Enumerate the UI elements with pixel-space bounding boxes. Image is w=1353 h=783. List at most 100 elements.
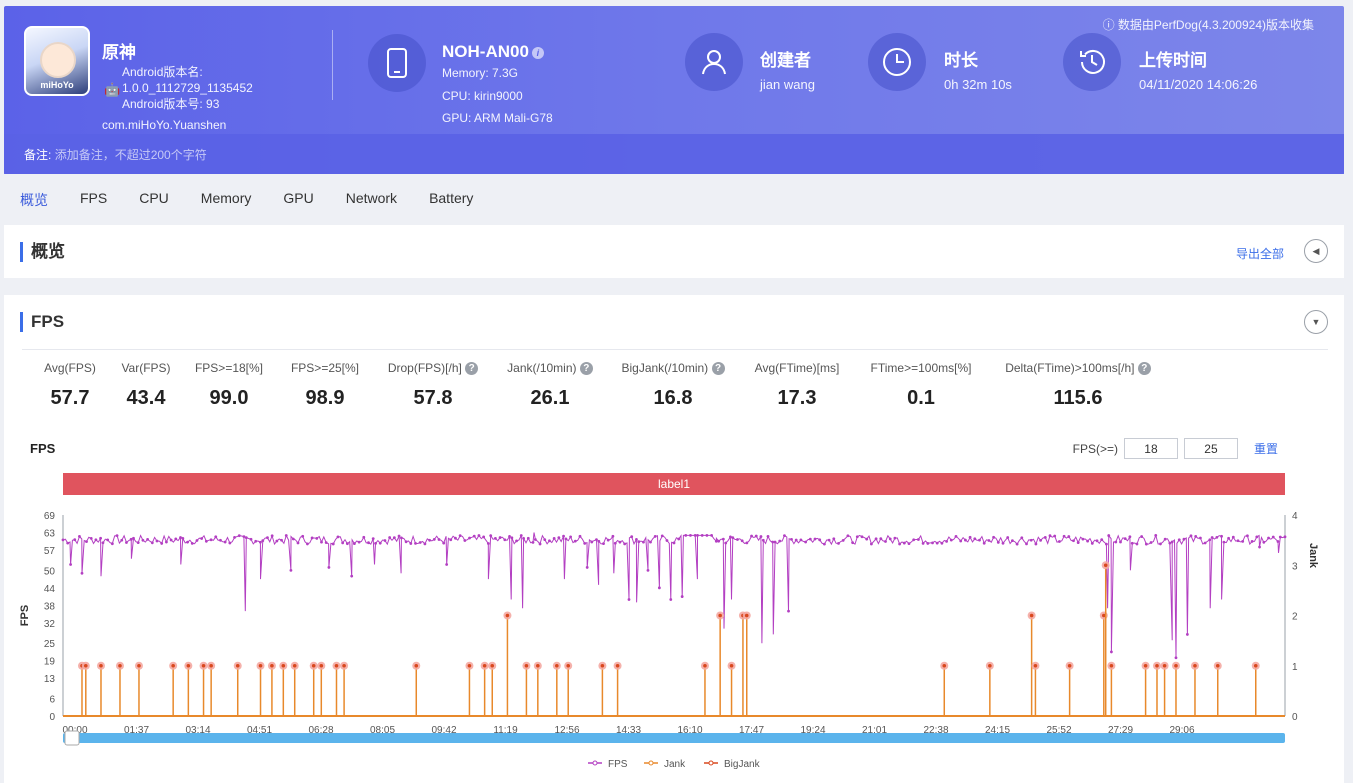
collapse-left-icon[interactable]: ◀ — [1304, 239, 1328, 263]
tab-fps[interactable]: FPS — [64, 180, 123, 218]
fps-point — [750, 534, 753, 538]
fps-point — [1215, 535, 1219, 539]
fps-point — [125, 541, 128, 544]
fps-point — [362, 535, 366, 539]
fps-point — [1246, 534, 1249, 538]
help-icon: ? — [465, 362, 479, 376]
fps-point — [371, 537, 375, 541]
jank-point — [186, 663, 191, 668]
fps-point — [531, 540, 535, 544]
fps-point — [214, 535, 218, 539]
fps-point — [808, 537, 812, 541]
fps-point — [841, 538, 845, 542]
jank-point — [942, 663, 947, 668]
creator-value: jian wang — [760, 77, 815, 92]
fps-point — [964, 538, 967, 542]
fps-panel-title: FPS — [20, 312, 64, 332]
fps-point — [665, 539, 669, 542]
device-gpu: GPU: ARM Mali-G78 — [442, 111, 553, 125]
fps-point — [585, 566, 589, 569]
tab-overview[interactable]: 概览 — [4, 180, 64, 218]
threshold-input-2[interactable] — [1183, 438, 1238, 459]
collapse-down-icon[interactable]: ▼ — [1304, 310, 1328, 334]
fps-point — [432, 538, 436, 541]
fps-point — [705, 533, 709, 537]
fps-point — [324, 541, 328, 545]
fps-point — [931, 541, 934, 545]
fps-point — [907, 542, 911, 546]
fps-point — [548, 539, 551, 543]
jank-point — [201, 663, 206, 668]
fps-point — [482, 535, 486, 539]
jank-point — [83, 663, 88, 668]
fps-threshold-controls: FPS(>=) 重置 — [1073, 438, 1278, 459]
fps-point — [912, 538, 916, 542]
tab-battery[interactable]: Battery — [413, 180, 489, 218]
fps-point — [150, 541, 154, 545]
device-cpu: CPU: kirin9000 — [442, 89, 523, 103]
export-all-link[interactable]: 导出全部 — [1236, 245, 1284, 262]
fps-point — [367, 541, 370, 545]
fps-point — [1250, 539, 1254, 543]
y-left-tick-label: 50 — [44, 566, 56, 577]
fps-point — [888, 537, 892, 541]
fps-point — [1210, 536, 1214, 539]
tab-memory[interactable]: Memory — [185, 180, 268, 218]
fps-point — [851, 541, 854, 545]
y-right-tick-label: 4 — [1292, 511, 1298, 522]
tab-cpu[interactable]: CPU — [123, 180, 185, 218]
fps-point — [503, 538, 507, 542]
fps-point — [331, 542, 335, 546]
fps-point — [926, 542, 930, 545]
fps-point — [383, 539, 387, 542]
stat-var-fps: Var(FPS) 43.4 — [121, 361, 171, 409]
fps-point — [684, 533, 688, 537]
tab-gpu[interactable]: GPU — [267, 180, 329, 218]
fps-point — [115, 534, 119, 538]
jank-point — [1193, 663, 1197, 668]
fps-point — [1062, 534, 1066, 538]
y-left-tick-label: 13 — [44, 674, 56, 685]
fps-point — [1076, 541, 1080, 545]
fps-point — [794, 538, 798, 542]
fps-point — [1039, 538, 1042, 542]
fps-point — [120, 538, 124, 542]
fps-point — [627, 598, 631, 601]
fps-point — [959, 539, 963, 543]
fps-point — [649, 540, 652, 544]
fps-point — [489, 534, 493, 538]
fps-point — [613, 541, 617, 545]
app-name: 原神 — [102, 43, 136, 62]
fps-point — [870, 542, 873, 546]
fps-point — [249, 537, 253, 541]
fps-point — [141, 538, 145, 542]
fps-point — [657, 586, 661, 590]
fps-point — [244, 536, 248, 539]
fps-point — [353, 542, 356, 545]
legend-label: BigJank — [724, 759, 761, 770]
jank-point — [729, 663, 734, 668]
fps-point — [510, 536, 514, 540]
fps-point — [1011, 539, 1014, 543]
fps-point — [1144, 542, 1148, 546]
fps-point — [1231, 535, 1235, 539]
note-input[interactable]: 备注: 添加备注，不超过200个字符 — [4, 134, 1344, 174]
jank-point — [118, 663, 122, 668]
jank-point — [1103, 563, 1108, 568]
tab-network[interactable]: Network — [330, 180, 413, 218]
fps-point — [1182, 537, 1186, 541]
jank-point — [524, 663, 529, 668]
fps-point — [1100, 538, 1104, 541]
fps-point — [893, 536, 897, 540]
fps-point — [987, 539, 991, 542]
fps-point — [1029, 538, 1033, 542]
jank-point — [235, 663, 240, 668]
threshold-input-1[interactable] — [1123, 438, 1178, 459]
reset-link[interactable]: 重置 — [1254, 440, 1278, 457]
fps-point — [1001, 541, 1005, 545]
fps-point — [1015, 542, 1019, 546]
fps-point — [1119, 540, 1122, 544]
jank-point — [342, 663, 346, 668]
fps-point — [320, 540, 323, 544]
user-icon — [685, 33, 743, 91]
